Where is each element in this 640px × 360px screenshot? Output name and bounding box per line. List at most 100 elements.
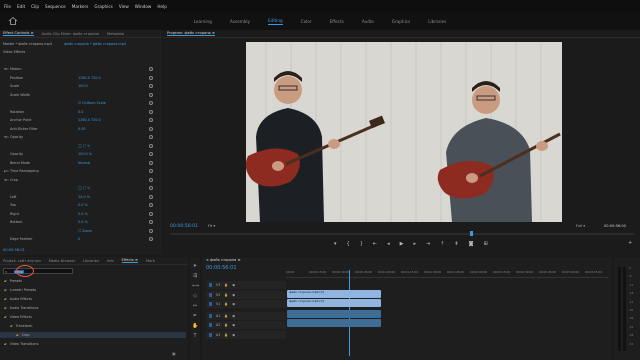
clip-a1[interactable] bbox=[287, 310, 381, 318]
effects-tree-item[interactable]: ▰ Video Effects bbox=[0, 314, 186, 320]
property-value[interactable]: 0.0 % bbox=[78, 220, 88, 224]
ec-row[interactable]: ◯ ▢ ✎ bbox=[0, 143, 160, 149]
track-select-icon[interactable]: ⇶ bbox=[192, 273, 198, 279]
fx-badge[interactable]: fx bbox=[6, 178, 9, 182]
lock-icon[interactable]: 🔒 bbox=[224, 314, 228, 318]
pen-tool-icon[interactable]: ✒ bbox=[192, 313, 198, 319]
effects-tree-item[interactable]: ▰ Video Transitions bbox=[0, 341, 186, 347]
ec-row[interactable]: Anchor Point 1280.0 720.0 bbox=[0, 117, 160, 123]
ec-row[interactable]: ▼ fx Crop bbox=[0, 177, 160, 183]
property-value[interactable]: 0.00 bbox=[78, 127, 86, 131]
fit-select[interactable]: Fit ▾ bbox=[208, 224, 215, 228]
export-frame-icon[interactable]: ◙ bbox=[469, 241, 474, 247]
track-header[interactable]: A2 🔒 ◉ bbox=[206, 321, 286, 329]
workspace-tab[interactable]: Effects bbox=[330, 19, 344, 24]
track-target-icon[interactable] bbox=[209, 323, 213, 327]
property-value[interactable]: 0.0 % bbox=[78, 212, 88, 216]
reset-icon[interactable] bbox=[149, 220, 153, 225]
track-header[interactable]: A1 🔒 ◉ bbox=[206, 311, 286, 320]
menu-item[interactable]: Sequence bbox=[45, 4, 66, 9]
property-value[interactable]: ◯ ▢ ✎ bbox=[78, 144, 90, 148]
extract-icon[interactable]: ⇞ bbox=[454, 241, 458, 247]
reset-icon[interactable] bbox=[149, 75, 153, 80]
workspace-tab[interactable]: Assembly bbox=[230, 19, 250, 24]
fx-badge[interactable]: fx bbox=[6, 67, 9, 71]
ec-row[interactable]: Scale Width bbox=[0, 92, 160, 98]
menu-item[interactable]: Graphics bbox=[94, 4, 113, 9]
menu-item[interactable]: Window bbox=[135, 4, 152, 9]
ec-row[interactable]: ☐ Zoom bbox=[0, 228, 160, 234]
reset-icon[interactable] bbox=[149, 152, 153, 157]
hand-tool-icon[interactable]: ✋ bbox=[192, 323, 198, 329]
lock-icon[interactable]: 🔒 bbox=[224, 323, 228, 327]
track-header[interactable]: V1 🔒 ◉ bbox=[206, 300, 286, 308]
eye-icon[interactable]: ◉ bbox=[232, 323, 235, 327]
playhead-marker[interactable] bbox=[470, 231, 473, 236]
ec-row[interactable]: Right 0.0 % bbox=[0, 211, 160, 217]
property-value[interactable]: ◯ ▢ ✎ bbox=[78, 186, 90, 190]
effects-tree-item[interactable]: ▰ Audio Effects bbox=[0, 296, 186, 302]
property-value[interactable]: 0.0 bbox=[78, 110, 83, 114]
ec-row[interactable]: Anti-flicker Filter 0.00 bbox=[0, 126, 160, 132]
ec-row[interactable]: Top 0.0 % bbox=[0, 202, 160, 208]
eye-icon[interactable]: ◉ bbox=[232, 314, 235, 318]
track-target-icon[interactable] bbox=[209, 292, 213, 297]
clip-v1[interactable]: фейк сторона.mp4 [V] bbox=[287, 299, 381, 307]
in-point-icon[interactable]: { bbox=[347, 241, 350, 247]
tab-effect-controls[interactable]: Effect Controls ≡ bbox=[3, 31, 34, 36]
razor-tool-icon[interactable]: ◇ bbox=[192, 293, 198, 299]
property-value[interactable]: 100.0 % bbox=[78, 152, 92, 156]
new-bin-icon[interactable]: ▣ bbox=[172, 351, 176, 356]
property-value[interactable]: ☑ Uniform Scale bbox=[78, 101, 106, 105]
track-target-icon[interactable] bbox=[209, 332, 213, 337]
ec-row[interactable]: Opacity 100.0 % bbox=[0, 151, 160, 157]
workspace-tab[interactable]: Libraries bbox=[428, 19, 446, 24]
reset-icon[interactable] bbox=[149, 92, 153, 97]
property-value[interactable]: 100.0 bbox=[78, 84, 88, 88]
reset-icon[interactable] bbox=[149, 67, 153, 72]
out-point-icon[interactable]: } bbox=[360, 241, 363, 247]
timeline-ruler[interactable]: 00:00 00:00:15:00 00:00:30:00 00:00:45:00 00… bbox=[286, 270, 608, 278]
step-back-icon[interactable]: ◂ bbox=[387, 241, 390, 247]
reset-icon[interactable] bbox=[149, 186, 153, 191]
quality-select[interactable]: Full ▾ bbox=[576, 224, 585, 228]
lock-icon[interactable]: 🔒 bbox=[224, 293, 228, 297]
property-value[interactable]: 14.0 % bbox=[78, 195, 90, 199]
ec-row[interactable]: ▼ fx Opacity bbox=[0, 134, 160, 140]
reset-icon[interactable] bbox=[149, 126, 153, 131]
menu-item[interactable]: Clip bbox=[31, 4, 39, 9]
fx-badge[interactable]: fx bbox=[6, 169, 9, 173]
button-editor-icon[interactable]: ⊞ bbox=[483, 241, 487, 247]
eye-icon[interactable]: ◉ bbox=[232, 302, 235, 306]
ripple-edit-icon[interactable]: ⟺ bbox=[192, 283, 199, 289]
reset-icon[interactable] bbox=[149, 177, 153, 182]
workspace-tab[interactable]: Color bbox=[301, 19, 312, 24]
ec-row[interactable]: Edge Feather 0 bbox=[0, 236, 160, 242]
selection-tool-icon[interactable]: ➤ bbox=[192, 263, 198, 269]
workspace-tab[interactable]: Editing bbox=[268, 18, 283, 25]
timeline-tab[interactable]: × фейк сторона ≡ bbox=[206, 258, 241, 262]
go-to-in-icon[interactable]: ⇤ bbox=[373, 241, 377, 247]
effects-tree-item[interactable]: ▰ Presets bbox=[0, 278, 186, 284]
ec-row[interactable]: Left 14.0 % bbox=[0, 194, 160, 200]
home-icon[interactable] bbox=[8, 16, 18, 26]
menu-item[interactable]: File bbox=[4, 4, 11, 9]
lock-icon[interactable]: 🔒 bbox=[224, 302, 228, 306]
reset-icon[interactable] bbox=[149, 169, 153, 174]
menu-item[interactable]: Help bbox=[157, 4, 167, 9]
clip-v2[interactable]: фейк сторона.mp4 [V] bbox=[287, 290, 381, 298]
reset-icon[interactable] bbox=[149, 109, 153, 114]
effects-search[interactable]: ⌕ crop bbox=[3, 268, 73, 274]
track-header[interactable]: V2 🔒 ◉ bbox=[206, 290, 286, 299]
ec-row[interactable]: Rotation 0.0 bbox=[0, 109, 160, 115]
track-target-icon[interactable] bbox=[209, 313, 213, 318]
property-value[interactable]: Normal bbox=[78, 161, 90, 165]
panel-tab[interactable]: Info bbox=[107, 259, 114, 263]
reset-icon[interactable] bbox=[149, 101, 153, 106]
tab-program[interactable]: Program: фейк сторона ≡ bbox=[167, 31, 215, 36]
ec-row[interactable]: Blend Mode Normal bbox=[0, 160, 160, 166]
effects-tree-item[interactable]: ▰ Lumetri Presets bbox=[0, 287, 186, 293]
reset-icon[interactable] bbox=[149, 143, 153, 148]
track-header[interactable]: V3 🔒 ◉ bbox=[206, 281, 286, 289]
lock-icon[interactable]: 🔒 bbox=[224, 333, 228, 337]
